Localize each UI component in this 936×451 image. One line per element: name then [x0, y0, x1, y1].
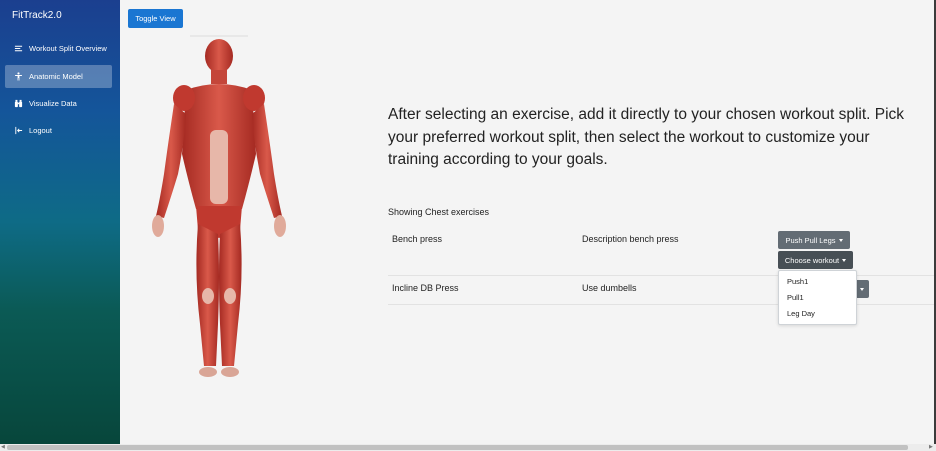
sidebar-item-label: Logout: [29, 126, 52, 135]
dropdown-item-push1[interactable]: Push1: [787, 277, 808, 286]
sidebar-item-logout[interactable]: Logout: [5, 119, 112, 142]
brand-title[interactable]: FitTrack2.0: [12, 10, 62, 21]
exercise-name: Bench press: [392, 234, 443, 244]
split-dropdown-button[interactable]: Push Pull Legs: [778, 231, 850, 249]
sidebar-item-visualize-data[interactable]: Visualize Data: [5, 92, 112, 115]
toggle-view-button[interactable]: Toggle View: [128, 9, 183, 28]
exercise-description: Use dumbells: [582, 283, 637, 293]
anatomic-body-model[interactable]: [144, 34, 294, 380]
exercise-filter-label: Showing Chest exercises: [388, 207, 490, 217]
exercise-name: Incline DB Press: [392, 283, 459, 293]
sidebar-item-workout-split-overview[interactable]: Workout Split Overview: [5, 37, 112, 60]
instructions-text: After selecting an exercise, add it dire…: [388, 106, 905, 168]
sidebar-item-label: Workout Split Overview: [29, 44, 107, 53]
workout-dropdown-button[interactable]: Choose workout: [778, 251, 853, 269]
sidebar-item-label: Visualize Data: [29, 99, 77, 108]
dropdown-item-pull1[interactable]: Pull1: [787, 293, 804, 302]
caret-down-icon: [838, 238, 843, 242]
sidebar-item-anatomic-model[interactable]: Anatomic Model: [5, 65, 112, 88]
binoculars-icon: [12, 99, 24, 109]
dropdown-item-leg-day[interactable]: Leg Day: [787, 309, 815, 318]
split-dropdown-label: Push Pull Legs: [785, 235, 836, 245]
exercise-description: Description bench press: [582, 234, 679, 244]
horizontal-scrollbar[interactable]: ◀ ▶: [0, 444, 936, 451]
caret-down-icon: [860, 287, 864, 291]
list-icon: [12, 44, 24, 54]
scroll-left-icon[interactable]: ◀: [1, 444, 5, 451]
scrollbar-thumb[interactable]: [7, 445, 908, 450]
workout-dropdown-label: Choose workout: [784, 255, 840, 265]
main-content: Toggle View After selecting an exercise,…: [120, 0, 934, 444]
logout-icon: [12, 126, 24, 136]
split-dropdown-toggle[interactable]: [855, 280, 869, 298]
sidebar-item-label: Anatomic Model: [29, 72, 83, 81]
person-icon: [12, 72, 24, 82]
sidebar: FitTrack2.0 Workout Split Overview Anato…: [0, 0, 120, 444]
workout-dropdown-menu: Push1 Pull1 Leg Day: [778, 270, 857, 325]
caret-down-icon: [842, 258, 847, 262]
scroll-right-icon[interactable]: ▶: [929, 444, 933, 451]
